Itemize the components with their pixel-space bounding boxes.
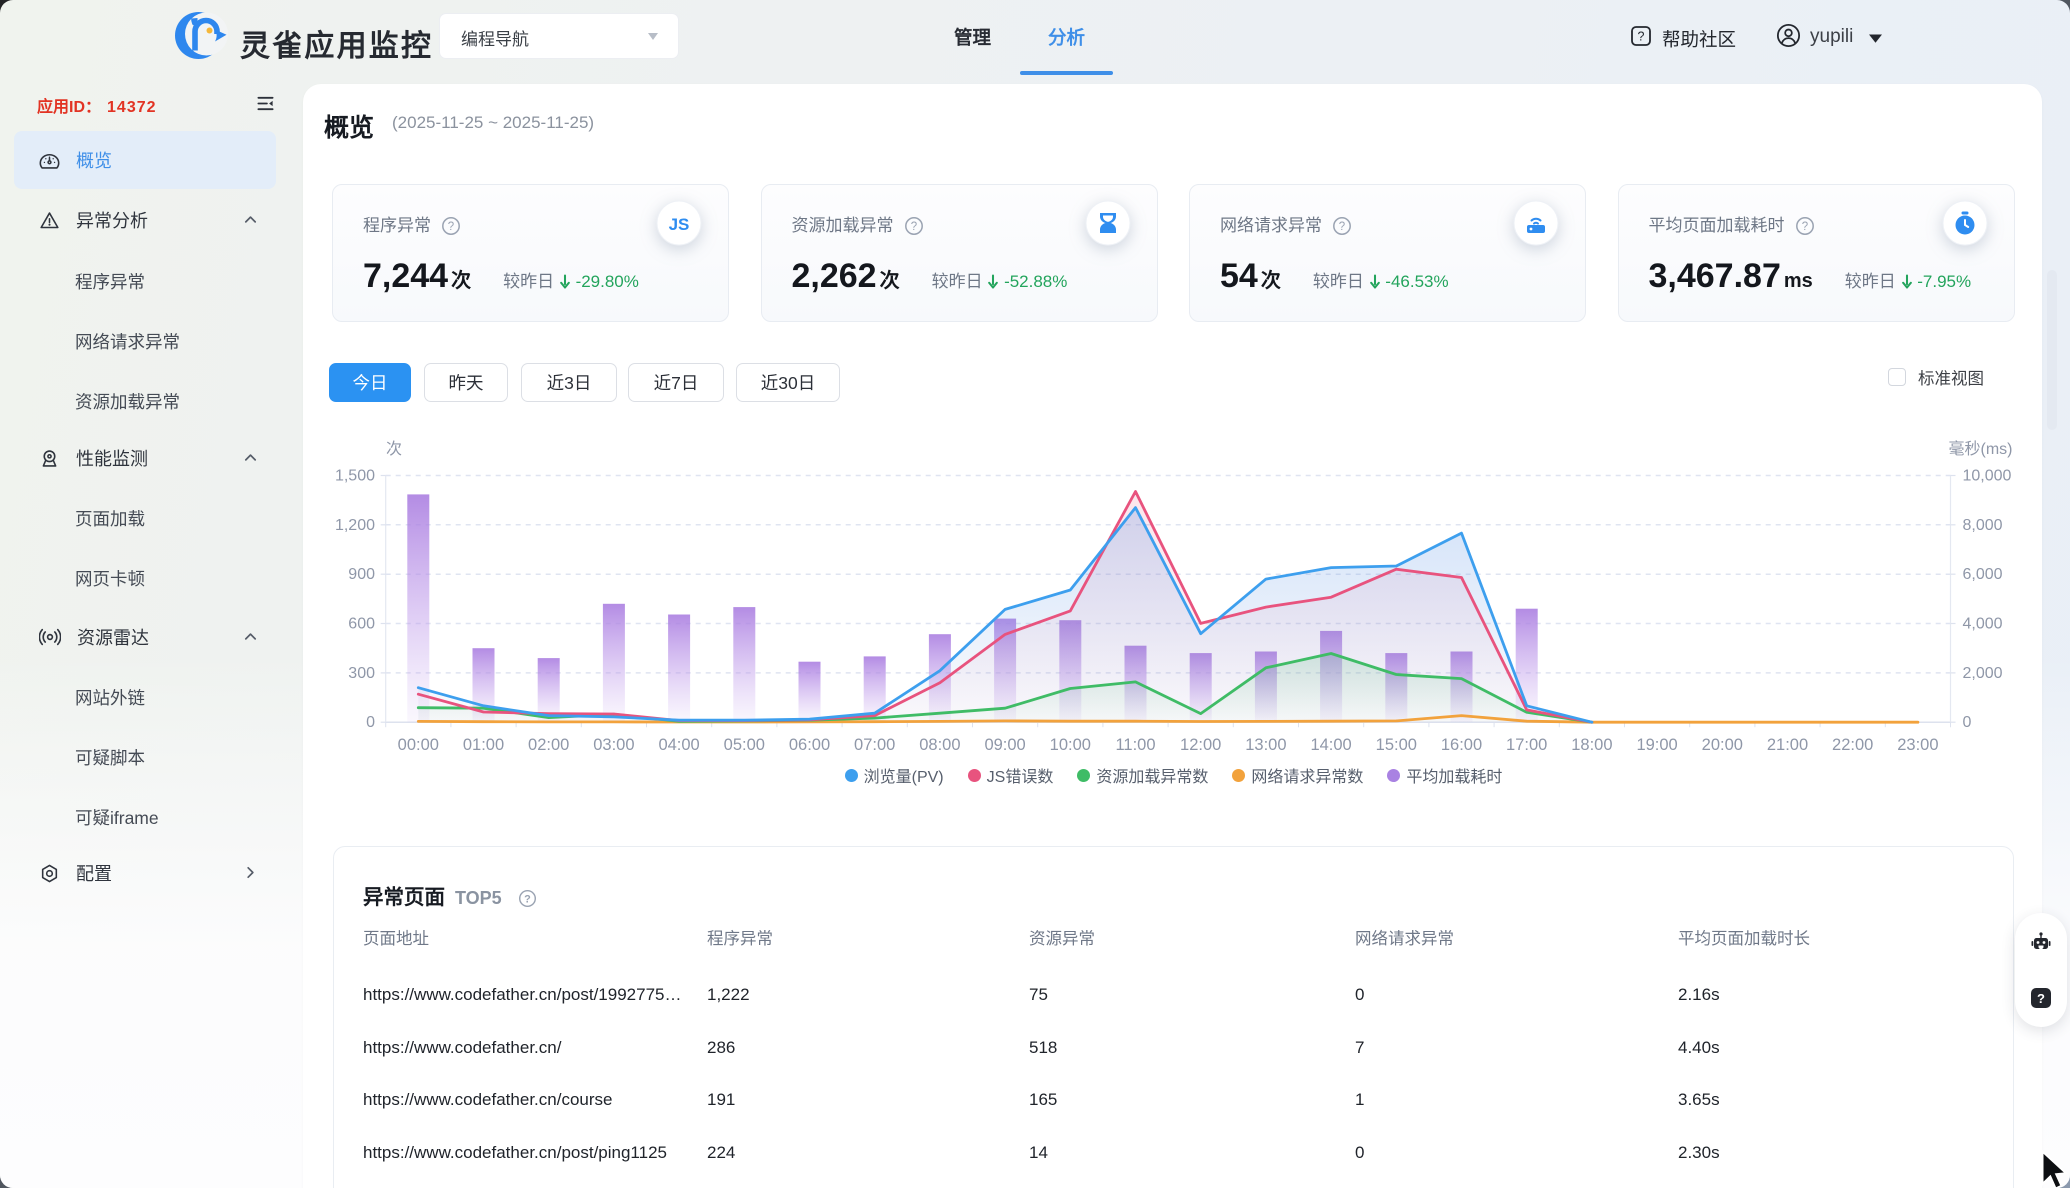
svg-text:毫秒(ms): 毫秒(ms) xyxy=(1949,439,2013,458)
svg-text:600: 600 xyxy=(348,616,375,633)
svg-text:07:00: 07:00 xyxy=(854,736,895,754)
svg-text:10,000: 10,000 xyxy=(1963,468,2012,485)
svg-text:05:00: 05:00 xyxy=(724,736,765,754)
svg-text:12:00: 12:00 xyxy=(1180,736,1221,754)
svg-text:2,000: 2,000 xyxy=(1963,665,2003,682)
svg-text:10:00: 10:00 xyxy=(1050,736,1091,754)
svg-text:01:00: 01:00 xyxy=(463,736,504,754)
svg-text:?: ? xyxy=(1801,221,1807,233)
svg-text:18:00: 18:00 xyxy=(1571,736,1612,754)
svg-text:17:00: 17:00 xyxy=(1506,736,1547,754)
svg-text:22:00: 22:00 xyxy=(1832,736,1873,754)
svg-text:02:00: 02:00 xyxy=(528,736,569,754)
svg-text:15:00: 15:00 xyxy=(1376,736,1417,754)
svg-text:0: 0 xyxy=(1963,714,1972,731)
svg-text:次: 次 xyxy=(386,440,402,458)
svg-text:09:00: 09:00 xyxy=(984,736,1025,754)
svg-text:21:00: 21:00 xyxy=(1767,736,1808,754)
svg-text:4,000: 4,000 xyxy=(1963,616,2003,633)
svg-text:?: ? xyxy=(524,893,531,905)
svg-text:19:00: 19:00 xyxy=(1636,736,1677,754)
svg-text:?: ? xyxy=(910,221,916,233)
svg-text:8,000: 8,000 xyxy=(1963,517,2003,534)
svg-text:08:00: 08:00 xyxy=(919,736,960,754)
svg-text:?: ? xyxy=(1339,221,1345,233)
svg-text:16:00: 16:00 xyxy=(1441,736,1482,754)
svg-text:JS: JS xyxy=(669,215,690,234)
svg-text:04:00: 04:00 xyxy=(658,736,699,754)
svg-text:?: ? xyxy=(1638,30,1645,44)
svg-text:?: ? xyxy=(2037,991,2045,1006)
svg-text:?: ? xyxy=(448,221,454,233)
svg-text:14:00: 14:00 xyxy=(1310,736,1351,754)
svg-text:20:00: 20:00 xyxy=(1702,736,1743,754)
svg-text:03:00: 03:00 xyxy=(593,736,634,754)
svg-text:23:00: 23:00 xyxy=(1897,736,1938,754)
svg-text:13:00: 13:00 xyxy=(1245,736,1286,754)
svg-text:0: 0 xyxy=(366,714,375,731)
svg-text:1,200: 1,200 xyxy=(335,517,375,534)
svg-text:900: 900 xyxy=(348,566,375,583)
svg-text:1,500: 1,500 xyxy=(335,468,375,485)
svg-text:06:00: 06:00 xyxy=(789,736,830,754)
svg-text:6,000: 6,000 xyxy=(1963,566,2003,583)
svg-text:00:00: 00:00 xyxy=(398,736,439,754)
svg-text:300: 300 xyxy=(348,665,375,682)
svg-text:11:00: 11:00 xyxy=(1115,736,1155,754)
